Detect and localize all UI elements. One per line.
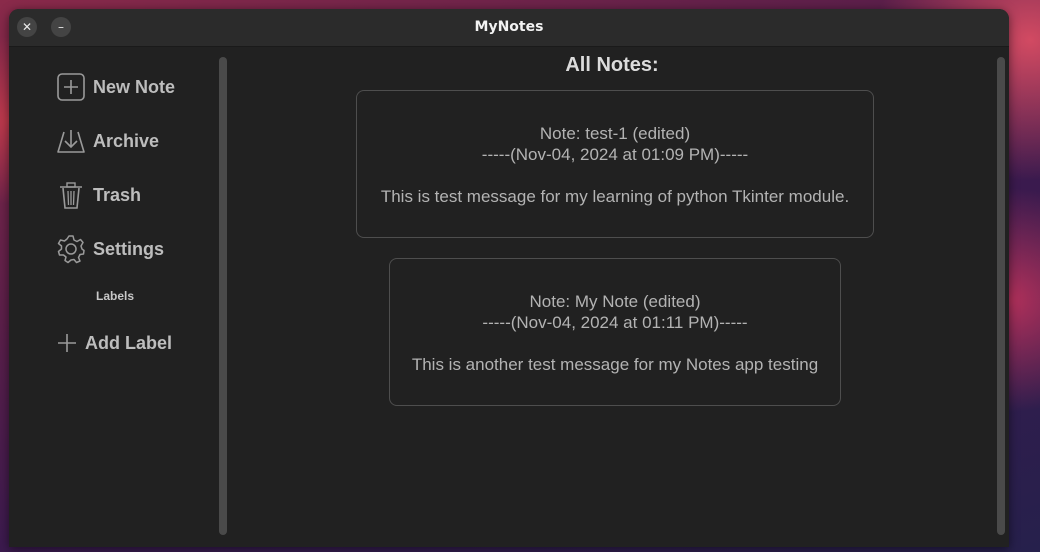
archive-download-icon bbox=[55, 125, 87, 157]
labels-heading: Labels bbox=[96, 289, 135, 303]
sidebar-item-label: Trash bbox=[93, 184, 142, 205]
title-bar[interactable]: ✕ – MyNotes bbox=[9, 9, 1009, 47]
sidebar-item-new-note[interactable]: New Note bbox=[55, 70, 175, 104]
note-title: Note: test-1 (edited) bbox=[539, 124, 691, 143]
note-card[interactable]: Note: My Note (edited) -----(Nov-04, 202… bbox=[389, 258, 841, 406]
sidebar-item-archive[interactable]: Archive bbox=[55, 124, 159, 158]
trash-icon bbox=[55, 179, 87, 211]
sidebar: New Note Archive Trash Settings Labels A… bbox=[9, 47, 219, 547]
window-title: MyNotes bbox=[474, 19, 544, 35]
sidebar-item-label: Settings bbox=[93, 238, 165, 259]
note-date: -----(Nov-04, 2024 at 01:11 PM)----- bbox=[482, 313, 748, 332]
page-title: All Notes: bbox=[565, 54, 659, 76]
sidebar-item-label: Archive bbox=[93, 130, 160, 151]
sidebar-item-trash[interactable]: Trash bbox=[55, 178, 141, 212]
note-title: Note: My Note (edited) bbox=[529, 292, 701, 311]
desktop-background: ✕ – MyNotes New Note Archive Trash Setti… bbox=[0, 0, 1040, 552]
plus-square-icon bbox=[55, 71, 87, 103]
sidebar-item-label: New Note bbox=[93, 76, 176, 97]
sidebar-item-settings[interactable]: Settings bbox=[55, 232, 164, 266]
add-label-button[interactable]: Add Label bbox=[55, 326, 172, 360]
note-date: -----(Nov-04, 2024 at 01:09 PM)----- bbox=[481, 145, 749, 164]
plus-icon bbox=[55, 331, 79, 355]
note-body: This is another test message for my Note… bbox=[411, 355, 819, 374]
sidebar-scrollbar[interactable] bbox=[219, 57, 227, 535]
note-body: This is test message for my learning of … bbox=[380, 187, 850, 206]
gear-icon bbox=[55, 233, 87, 265]
add-label-text: Add Label bbox=[85, 332, 173, 353]
note-card[interactable]: Note: test-1 (edited) -----(Nov-04, 2024… bbox=[356, 90, 874, 238]
app-window: ✕ – MyNotes New Note Archive Trash Setti… bbox=[9, 9, 1009, 547]
main-scrollbar[interactable] bbox=[997, 57, 1005, 535]
